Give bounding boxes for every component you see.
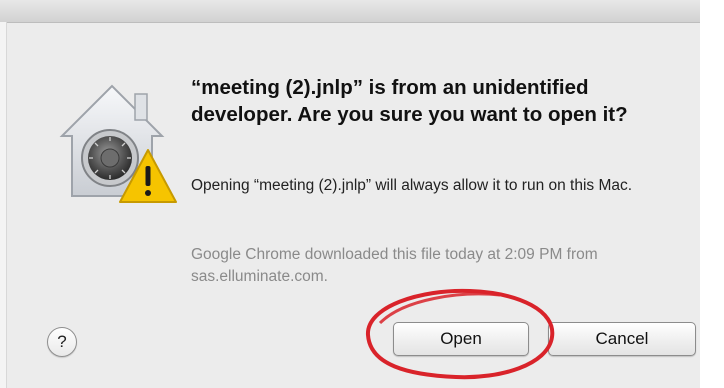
cancel-button[interactable]: Cancel bbox=[548, 322, 696, 356]
security-dialog: “meeting (2).jnlp” is from an unidentifi… bbox=[0, 0, 724, 388]
open-button[interactable]: Open bbox=[393, 322, 529, 356]
dialog-info-text: Opening “meeting (2).jnlp” will always a… bbox=[191, 177, 633, 194]
gatekeeper-lock-icon bbox=[52, 78, 184, 208]
download-source-text: Google Chrome downloaded this file today… bbox=[191, 246, 598, 285]
desktop-background bbox=[700, 0, 724, 388]
help-button[interactable]: ? bbox=[47, 327, 77, 357]
title-bar bbox=[0, 0, 724, 23]
dialog-headline: “meeting (2).jnlp” is from an unidentifi… bbox=[191, 76, 628, 126]
window-edge bbox=[0, 22, 7, 388]
